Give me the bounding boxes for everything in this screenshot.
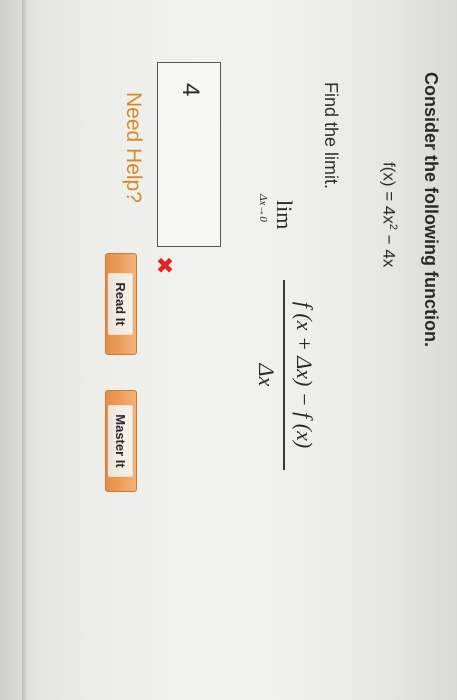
function-suffix: − 4x: [379, 230, 399, 268]
question-panel: Consider the following function. f(x) = …: [0, 0, 457, 700]
answer-input[interactable]: 4: [157, 62, 221, 247]
instruction-text: Find the limit.: [321, 82, 341, 190]
need-help-label: Need Help?: [122, 92, 145, 203]
function-definition: f(x) = 4x2 − 4x: [378, 162, 399, 267]
fraction-bar: [283, 280, 285, 470]
master-it-button[interactable]: Master It: [105, 390, 137, 492]
incorrect-icon: ✖: [152, 256, 177, 275]
function-prefix: f(x) = 4x: [379, 162, 399, 224]
read-it-button[interactable]: Read It: [105, 253, 137, 355]
quotient-numerator: f (x + Δx) − f (x): [292, 301, 317, 449]
screen-photo: Consider the following function. f(x) = …: [0, 0, 457, 700]
limit-word: lim: [272, 200, 297, 230]
limit-subscript: Δx→0: [257, 194, 269, 222]
answer-value: 4: [177, 83, 204, 97]
master-it-label: Master It: [108, 405, 134, 477]
question-prompt: Consider the following function.: [421, 72, 441, 347]
quotient-denominator: Δx: [254, 363, 279, 387]
read-it-label: Read It: [108, 273, 134, 335]
difference-quotient: f (x + Δx) − f (x) Δx: [253, 280, 317, 470]
